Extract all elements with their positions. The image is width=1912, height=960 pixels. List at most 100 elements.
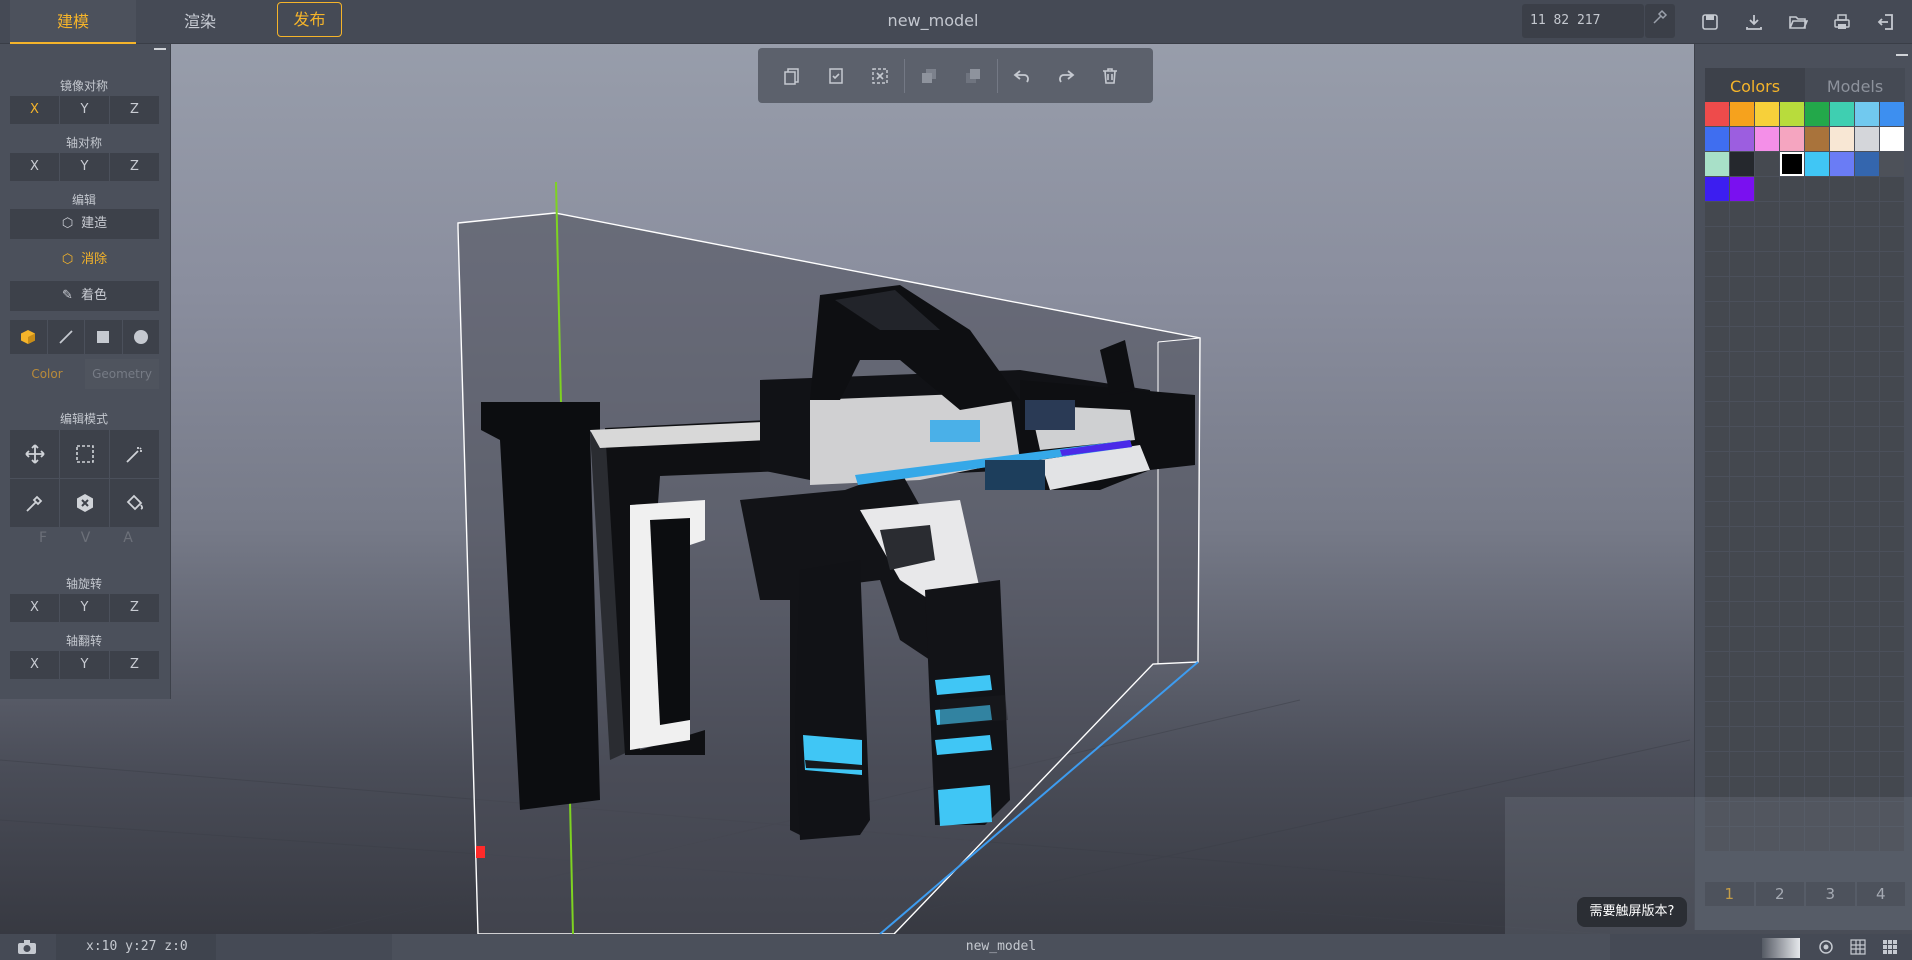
empty-swatch-slot[interactable] — [1830, 752, 1854, 776]
paste-check-icon[interactable] — [814, 54, 858, 98]
exit-icon[interactable] — [1872, 8, 1900, 36]
empty-swatch-slot[interactable] — [1880, 602, 1904, 626]
empty-swatch-slot[interactable] — [1755, 202, 1779, 226]
all-toggle[interactable]: A — [113, 530, 143, 546]
empty-swatch-slot[interactable] — [1730, 452, 1754, 476]
empty-swatch-slot[interactable] — [1880, 377, 1904, 401]
empty-swatch-slot[interactable] — [1730, 552, 1754, 576]
square-tool-icon[interactable] — [85, 320, 122, 354]
empty-swatch-slot[interactable] — [1805, 302, 1829, 326]
empty-swatch-slot[interactable] — [1855, 702, 1879, 726]
empty-swatch-slot[interactable] — [1830, 702, 1854, 726]
empty-swatch-slot[interactable] — [1855, 577, 1879, 601]
empty-swatch-slot[interactable] — [1755, 752, 1779, 776]
empty-swatch-slot[interactable] — [1730, 577, 1754, 601]
empty-swatch-slot[interactable] — [1880, 527, 1904, 551]
empty-swatch-slot[interactable] — [1855, 727, 1879, 751]
empty-swatch-slot[interactable] — [1830, 452, 1854, 476]
empty-swatch-slot[interactable] — [1780, 602, 1804, 626]
empty-swatch-slot[interactable] — [1880, 752, 1904, 776]
empty-swatch-slot[interactable] — [1805, 652, 1829, 676]
empty-swatch-slot[interactable] — [1780, 177, 1804, 201]
paint-bucket-icon[interactable] — [110, 479, 159, 527]
empty-swatch-slot[interactable] — [1755, 402, 1779, 426]
tab-modeling[interactable]: 建模 — [10, 0, 136, 44]
empty-swatch-slot[interactable] — [1705, 327, 1729, 351]
empty-swatch-slot[interactable] — [1855, 202, 1879, 226]
empty-swatch-slot[interactable] — [1830, 652, 1854, 676]
empty-swatch-slot[interactable] — [1705, 752, 1729, 776]
empty-swatch-slot[interactable] — [1730, 602, 1754, 626]
rotate-x-button[interactable]: X — [10, 594, 59, 622]
empty-swatch-slot[interactable] — [1730, 402, 1754, 426]
empty-swatch-slot[interactable] — [1705, 252, 1729, 276]
empty-swatch-slot[interactable] — [1730, 202, 1754, 226]
empty-swatch-slot[interactable] — [1755, 652, 1779, 676]
color-swatch[interactable] — [1830, 152, 1854, 176]
flip-x-button[interactable]: X — [10, 651, 59, 679]
empty-swatch-slot[interactable] — [1805, 727, 1829, 751]
empty-swatch-slot[interactable] — [1730, 477, 1754, 501]
empty-swatch-slot[interactable] — [1755, 527, 1779, 551]
empty-swatch-slot[interactable] — [1705, 702, 1729, 726]
axis-sym-z-button[interactable]: Z — [110, 153, 159, 181]
empty-swatch-slot[interactable] — [1855, 352, 1879, 376]
color-swatch[interactable] — [1780, 152, 1804, 176]
empty-swatch-slot[interactable] — [1855, 552, 1879, 576]
empty-swatch-slot[interactable] — [1855, 677, 1879, 701]
circle-tool-icon[interactable] — [122, 320, 159, 354]
empty-swatch-slot[interactable] — [1730, 252, 1754, 276]
empty-swatch-slot[interactable] — [1805, 427, 1829, 451]
empty-swatch-slot[interactable] — [1705, 427, 1729, 451]
empty-swatch-slot[interactable] — [1880, 577, 1904, 601]
empty-swatch-slot[interactable] — [1830, 227, 1854, 251]
empty-swatch-slot[interactable] — [1855, 527, 1879, 551]
color-swatch[interactable] — [1705, 152, 1729, 176]
color-swatch[interactable] — [1880, 102, 1904, 126]
empty-swatch-slot[interactable] — [1780, 477, 1804, 501]
empty-swatch-slot[interactable] — [1880, 652, 1904, 676]
flip-y-button[interactable]: Y — [60, 651, 109, 679]
empty-swatch-slot[interactable] — [1880, 727, 1904, 751]
background-gradient-swatch[interactable] — [1762, 938, 1800, 958]
geometry-mode-button[interactable]: Geometry — [85, 359, 159, 389]
empty-swatch-slot[interactable] — [1780, 552, 1804, 576]
empty-swatch-slot[interactable] — [1780, 702, 1804, 726]
empty-swatch-slot[interactable] — [1805, 327, 1829, 351]
paint-button[interactable]: ✎ 着色 — [10, 281, 159, 311]
empty-swatch-slot[interactable] — [1855, 277, 1879, 301]
empty-swatch-slot[interactable] — [1880, 177, 1904, 201]
voxel-cube-icon[interactable] — [10, 320, 47, 354]
move-icon[interactable] — [10, 430, 59, 478]
empty-swatch-slot[interactable] — [1780, 302, 1804, 326]
empty-swatch-slot[interactable] — [1705, 627, 1729, 651]
empty-swatch-slot[interactable] — [1755, 327, 1779, 351]
empty-swatch-slot[interactable] — [1830, 277, 1854, 301]
empty-swatch-slot[interactable] — [1805, 752, 1829, 776]
color-swatch[interactable] — [1805, 102, 1829, 126]
empty-swatch-slot[interactable] — [1880, 427, 1904, 451]
empty-swatch-slot[interactable] — [1780, 227, 1804, 251]
empty-swatch-slot[interactable] — [1805, 352, 1829, 376]
empty-swatch-slot[interactable] — [1855, 327, 1879, 351]
target-icon[interactable] — [1816, 938, 1836, 956]
empty-swatch-slot[interactable] — [1730, 652, 1754, 676]
empty-swatch-slot[interactable] — [1805, 677, 1829, 701]
empty-swatch-slot[interactable] — [1880, 502, 1904, 526]
empty-swatch-slot[interactable] — [1880, 677, 1904, 701]
empty-swatch-slot[interactable] — [1855, 602, 1879, 626]
empty-swatch-slot[interactable] — [1730, 752, 1754, 776]
color-swatch[interactable] — [1830, 102, 1854, 126]
empty-swatch-slot[interactable] — [1880, 227, 1904, 251]
empty-swatch-slot[interactable] — [1780, 727, 1804, 751]
empty-swatch-slot[interactable] — [1780, 627, 1804, 651]
collapse-icon[interactable] — [154, 48, 166, 50]
empty-swatch-slot[interactable] — [1705, 452, 1729, 476]
erase-button[interactable]: ⬡ 消除 — [10, 245, 159, 275]
download-icon[interactable] — [1740, 8, 1768, 36]
empty-swatch-slot[interactable] — [1805, 602, 1829, 626]
empty-swatch-slot[interactable] — [1730, 327, 1754, 351]
empty-swatch-slot[interactable] — [1805, 402, 1829, 426]
empty-swatch-slot[interactable] — [1805, 177, 1829, 201]
empty-swatch-slot[interactable] — [1855, 177, 1879, 201]
